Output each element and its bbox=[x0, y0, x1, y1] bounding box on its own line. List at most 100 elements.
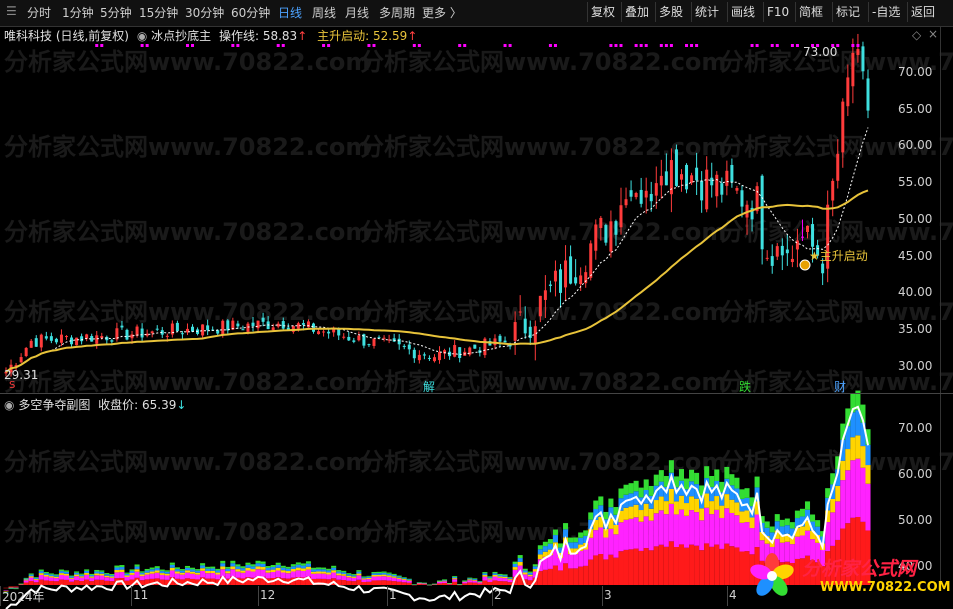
sub-bar-segment bbox=[109, 573, 115, 576]
sub-bar-segment bbox=[371, 580, 377, 585]
high-label: 73.00 bbox=[803, 45, 838, 59]
sub-bar-segment bbox=[492, 574, 498, 577]
sub-bar-segment bbox=[532, 564, 538, 567]
sub-bar-segment bbox=[467, 580, 473, 583]
sub-bar-segment bbox=[169, 562, 175, 565]
sub-bar-segment bbox=[351, 577, 357, 582]
sub-bar-segment bbox=[457, 584, 463, 585]
sub-bar-segment bbox=[401, 579, 407, 580]
watermark-text: 分析家公式网www.70822.com bbox=[360, 298, 726, 326]
sub-bar-segment bbox=[492, 573, 498, 575]
indicator-name[interactable]: 冰点抄底主 bbox=[151, 29, 211, 43]
sub-bar-segment bbox=[699, 520, 705, 551]
sub-bar-segment bbox=[43, 574, 49, 577]
sub-bar-segment bbox=[245, 570, 251, 578]
signal-dot bbox=[695, 44, 699, 47]
sub-bar-segment bbox=[210, 573, 216, 579]
sub-bar-segment bbox=[462, 583, 468, 585]
sub-bar-segment bbox=[517, 558, 523, 562]
x-tick-mark bbox=[131, 586, 132, 606]
candle-body bbox=[271, 327, 275, 331]
sub-bar-segment bbox=[109, 581, 115, 585]
sub-bar-segment bbox=[84, 579, 90, 585]
sub-bar-segment bbox=[673, 514, 679, 547]
sub-bar-segment bbox=[663, 546, 669, 585]
sub-bar-segment bbox=[618, 551, 624, 585]
candle-body bbox=[95, 335, 99, 344]
sub-bar-segment bbox=[316, 567, 322, 570]
candle-body bbox=[59, 334, 63, 343]
sub-bar-segment bbox=[220, 560, 226, 564]
sub-bar-segment bbox=[835, 485, 841, 502]
candle-body bbox=[674, 149, 678, 186]
diamond-icon[interactable]: ◇ bbox=[912, 28, 921, 42]
sub-bar-segment bbox=[482, 575, 488, 577]
sub-bar-segment bbox=[371, 573, 377, 575]
sub-bar-segment bbox=[648, 485, 654, 496]
sub-bar-segment bbox=[356, 575, 362, 580]
sub-bar-segment bbox=[215, 570, 221, 573]
watermark-logo: 分析家公式网 WWW.70822.COM bbox=[744, 550, 951, 602]
candle-body bbox=[604, 225, 608, 243]
sub-bar-segment bbox=[321, 569, 327, 572]
sub-bar-segment bbox=[542, 569, 548, 585]
sub-bar-segment bbox=[48, 577, 54, 581]
candle-body bbox=[770, 256, 774, 266]
x-tick: 3 bbox=[604, 588, 612, 602]
sub-bar-segment bbox=[719, 517, 725, 549]
sub-bar-segment bbox=[704, 493, 710, 508]
sub-bar-segment bbox=[537, 571, 543, 585]
sub-bar-segment bbox=[109, 576, 115, 578]
sub-bar-segment bbox=[94, 573, 100, 576]
sub-bar-segment bbox=[255, 569, 261, 577]
sub-bar-segment bbox=[734, 547, 740, 585]
candle-body bbox=[629, 190, 633, 197]
candle-body bbox=[821, 263, 825, 274]
sub-bar-segment bbox=[437, 581, 443, 582]
sub-bar-segment bbox=[714, 496, 720, 510]
sub-bar-segment bbox=[472, 579, 478, 580]
sub-bar-segment bbox=[104, 573, 110, 575]
candle-body bbox=[347, 336, 351, 341]
sub-bar-segment bbox=[719, 505, 725, 518]
sub-bar-segment bbox=[356, 571, 362, 574]
sub-bar-segment bbox=[74, 576, 80, 581]
sub-bar-segment bbox=[94, 575, 100, 580]
candle-body bbox=[125, 329, 129, 340]
sub-bar-segment bbox=[608, 498, 614, 508]
signal-dot bbox=[634, 44, 638, 47]
sub-bar-segment bbox=[240, 568, 246, 571]
watermark-text: 分析家公式网www.70822.com bbox=[4, 298, 370, 326]
x-tick: 2 bbox=[494, 588, 502, 602]
sub-bar-segment bbox=[442, 581, 448, 584]
candle-body bbox=[75, 337, 79, 346]
sub-bar-segment bbox=[154, 568, 160, 571]
candle-body bbox=[150, 331, 154, 334]
logo-url: WWW.70822.COM bbox=[820, 580, 951, 595]
sub-bar-segment bbox=[38, 573, 44, 575]
candle-body bbox=[800, 236, 804, 238]
sub-bar-segment bbox=[729, 474, 735, 486]
sub-bar-segment bbox=[74, 580, 80, 585]
candle-body bbox=[639, 189, 643, 204]
sub-bar-segment bbox=[275, 564, 281, 568]
sub-bar-segment bbox=[714, 469, 720, 482]
indicator-toggle-icon[interactable]: ◉ bbox=[137, 29, 147, 43]
sub-bar-segment bbox=[179, 572, 185, 575]
candle-body bbox=[543, 290, 547, 300]
close-icon[interactable]: × bbox=[928, 27, 938, 41]
sub-bar-segment bbox=[23, 577, 29, 579]
sub-toggle-icon[interactable]: ◉ bbox=[4, 398, 14, 412]
sub-indicator-name[interactable]: 多空争夺副图 bbox=[18, 398, 90, 412]
candle-body bbox=[579, 275, 583, 285]
sub-bar-segment bbox=[149, 569, 155, 572]
sub-bar-segment bbox=[139, 574, 145, 577]
sub-bar-segment bbox=[517, 555, 523, 559]
sub-bar-segment bbox=[573, 537, 579, 543]
sub-bar-segment bbox=[28, 576, 34, 578]
sub-bar-segment bbox=[134, 566, 140, 570]
sub-bar-segment bbox=[43, 571, 49, 574]
sub-bar-segment bbox=[124, 572, 130, 574]
sub-bar-segment bbox=[815, 520, 821, 527]
candle-body bbox=[523, 318, 527, 334]
